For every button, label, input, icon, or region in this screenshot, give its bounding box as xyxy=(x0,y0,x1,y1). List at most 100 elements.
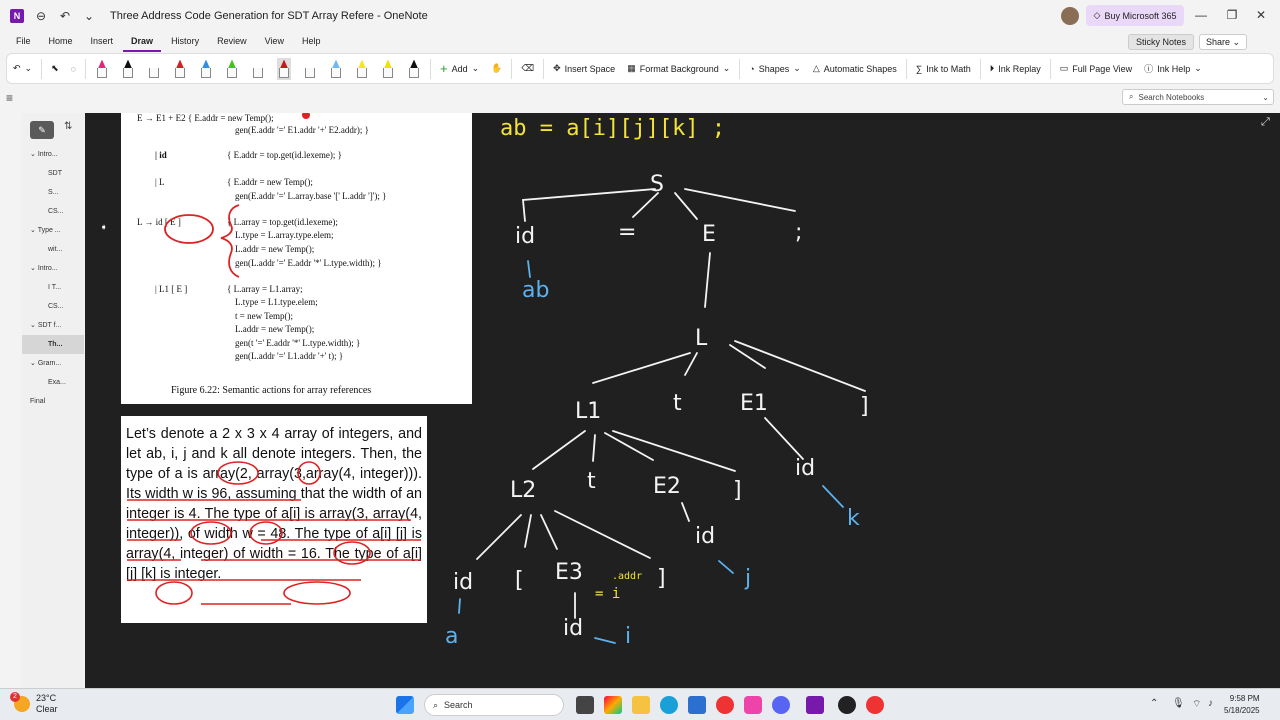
windows-taskbar: 2 23°C Clear ⌕ Search ⌃ 🎙 ⌔ ♪ 9:58 PM 5/18/… xyxy=(0,688,1280,720)
pen-icon[interactable] xyxy=(407,58,421,80)
menu-history[interactable]: History xyxy=(163,34,207,52)
share-button[interactable]: Share ⌄ xyxy=(1199,34,1247,50)
ink-parse-tree[interactable]: ab = a[i][j][k] ; .addr = i S id = E ; L… xyxy=(85,113,1280,688)
volume-icon[interactable]: ♪ xyxy=(1208,698,1213,709)
sidebar-page-item[interactable]: Final xyxy=(22,392,84,411)
chevron-up-icon[interactable]: ⌃ xyxy=(1150,698,1158,709)
sidebar-page-item[interactable]: CS... xyxy=(22,202,84,221)
menu-file[interactable]: File xyxy=(8,34,39,52)
pen-icon[interactable] xyxy=(121,58,135,80)
sidebar-page-item[interactable]: SDT xyxy=(22,164,84,183)
pen-icon[interactable] xyxy=(277,57,291,80)
select-tool[interactable]: ⬉ xyxy=(45,57,65,81)
wifi-icon[interactable]: ⌔ xyxy=(1192,698,1201,711)
pen-icon[interactable] xyxy=(173,58,187,80)
sidebar-page-item[interactable]: ⌄ Intro... xyxy=(22,145,84,164)
clock-time: 9:58 PM xyxy=(1229,694,1260,703)
task-view-icon[interactable] xyxy=(576,696,594,714)
sidebar-page-item[interactable]: ⌄ Type ... xyxy=(22,221,84,240)
sidebar-page-item[interactable]: ⌄ Gram... xyxy=(22,354,84,373)
discord-icon[interactable] xyxy=(772,696,790,714)
add-pen-button[interactable]: + Add ⌄ xyxy=(434,57,485,81)
weather-sun-icon: 2 xyxy=(10,692,30,712)
sidebar-page-item[interactable]: S... xyxy=(22,183,84,202)
full-page-view-button[interactable]: ▭ Full Page View xyxy=(1054,57,1138,81)
sidebar-page-item[interactable]: I T... xyxy=(22,278,84,297)
menu-draw[interactable]: Draw xyxy=(123,34,162,52)
format-background-button[interactable]: ▦ Format Background ⌄ xyxy=(621,57,736,81)
sidebar-page-item[interactable]: CS... xyxy=(22,297,84,316)
ink-to-math-button[interactable]: ∑ Ink to Math xyxy=(910,57,977,81)
microphone-icon[interactable]: 🎙 xyxy=(1172,698,1185,709)
avatar[interactable] xyxy=(1061,7,1079,25)
search-notebooks-input[interactable]: ⌕ Search Notebooks ⌄ xyxy=(1122,89,1274,105)
pen-icon[interactable] xyxy=(147,58,161,80)
sidebar-page-item[interactable]: wit... xyxy=(22,240,84,259)
start-icon[interactable] xyxy=(396,696,414,714)
chevron-down-icon: ⌄ xyxy=(1194,63,1202,73)
menu-help[interactable]: Help xyxy=(294,34,329,52)
sidebar-page-item[interactable]: ⌄ SDT f... xyxy=(22,316,84,335)
shapes-button[interactable]: ◔ Shapes ⌄ xyxy=(743,57,807,81)
store-icon[interactable] xyxy=(688,696,706,714)
pen-icon[interactable] xyxy=(199,58,213,80)
pen-icon[interactable] xyxy=(381,58,395,80)
background-icon: ▦ xyxy=(627,63,636,73)
chrome-icon[interactable] xyxy=(716,696,734,714)
menu-review[interactable]: Review xyxy=(209,34,255,52)
undo-icon[interactable]: ↶ xyxy=(58,9,72,23)
ink-node-equals: = xyxy=(618,220,636,245)
divider xyxy=(739,58,741,79)
ink-node-L1: L1 xyxy=(575,399,601,424)
highlighter-icon[interactable] xyxy=(225,58,239,80)
eraser-tool[interactable]: ⌫ xyxy=(515,57,540,81)
edge-icon[interactable] xyxy=(660,696,678,714)
chrome-profile-icon[interactable] xyxy=(866,696,884,714)
taskbar-search[interactable]: ⌕ Search xyxy=(424,694,564,716)
sidebar-page-label: CS... xyxy=(48,208,64,215)
dropdown-icon[interactable]: ⌄ xyxy=(82,9,96,23)
menu-insert[interactable]: Insert xyxy=(83,34,122,52)
pen-icon[interactable] xyxy=(303,58,317,80)
ink-help-button[interactable]: ⓘ Ink Help ⌄ xyxy=(1138,57,1208,81)
slack-icon[interactable] xyxy=(744,696,762,714)
sort-icon[interactable]: ⇅ xyxy=(64,121,72,139)
system-clock[interactable]: 9:58 PM 5/18/2025 xyxy=(1224,693,1260,717)
minimize-icon[interactable]: — xyxy=(1193,8,1209,22)
sidebar-page-label: SDT f... xyxy=(37,322,62,329)
pan-tool[interactable]: ✋ xyxy=(485,57,508,81)
app-icon[interactable] xyxy=(838,696,856,714)
add-page-icon[interactable]: ✎ xyxy=(30,121,54,139)
sticky-notes-button[interactable]: Sticky Notes xyxy=(1128,34,1194,50)
ink-replay-button[interactable]: ⏵ Ink Replay xyxy=(984,57,1047,81)
pen-icon[interactable] xyxy=(329,58,343,80)
buy-microsoft-365-button[interactable]: ◇ Buy Microsoft 365 xyxy=(1086,5,1184,26)
copilot-icon[interactable] xyxy=(604,696,622,714)
chevron-down-icon: ⌄ xyxy=(24,63,33,73)
sidebar-page-item[interactable]: Exa... xyxy=(22,373,84,392)
undo-button[interactable]: ↶ ⌄ xyxy=(7,57,38,81)
hamburger-icon[interactable]: ≡ xyxy=(6,91,13,105)
weather-widget[interactable]: 2 23°C Clear xyxy=(10,692,58,715)
pen-icon[interactable] xyxy=(251,58,265,80)
onenote-taskbar-icon[interactable] xyxy=(806,696,824,714)
sidebar-page-item[interactable]: Th... xyxy=(22,335,84,354)
ink-node-id-j: id xyxy=(695,524,715,549)
sidebar-page-item[interactable]: ⌄ Intro... xyxy=(22,259,84,278)
insert-space-button[interactable]: ✥ Insert Space xyxy=(547,57,621,81)
close-icon[interactable]: ✕ xyxy=(1253,8,1269,22)
menu-view[interactable]: View xyxy=(257,34,292,52)
highlighter-icon[interactable] xyxy=(95,58,109,80)
menu-home[interactable]: Home xyxy=(41,34,81,52)
highlighter-icon[interactable] xyxy=(355,58,369,80)
automatic-shapes-button[interactable]: △ Automatic Shapes xyxy=(807,57,903,81)
restore-icon[interactable]: ❐ xyxy=(1224,8,1240,22)
lasso-tool[interactable]: ◌ xyxy=(65,57,82,81)
chevron-down-icon: ⌄ xyxy=(722,63,731,73)
sidebar-page-label: Th... xyxy=(48,341,63,348)
chevron-down-icon: ⌄ xyxy=(471,63,480,73)
ink-node-id: id xyxy=(515,224,535,249)
back-icon[interactable]: ⊖ xyxy=(34,9,48,23)
ink-leaf-j: j xyxy=(744,566,751,591)
file-explorer-icon[interactable] xyxy=(632,696,650,714)
